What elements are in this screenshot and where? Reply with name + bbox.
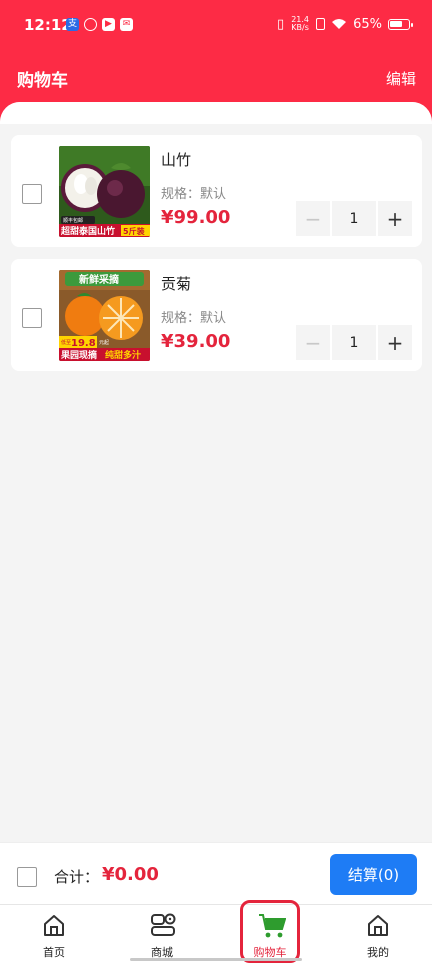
increase-button[interactable]: +	[378, 201, 412, 236]
product-price: ¥39.00	[161, 331, 231, 352]
net-speed-unit: KB/s	[291, 23, 309, 32]
battery-icon	[388, 18, 413, 30]
status-bar: 12:12 支 ▶ ✉ ▯ 21.4 KB/s 65%	[0, 0, 432, 52]
cart-item: 新鲜采摘 低至 19.8 元起 果园现摘 纯甜多汁 贡菊 规格：默认 ¥39.0…	[11, 259, 422, 371]
total-value: ¥0.00	[102, 864, 159, 885]
net-speed: 21.4 KB/s	[290, 16, 310, 32]
image-logo: 顺丰包邮	[63, 217, 83, 224]
image-top-banner: 新鲜采摘	[79, 273, 119, 286]
checkout-button[interactable]: 结算(0)	[330, 854, 417, 895]
product-image[interactable]: 顺丰包邮 超甜泰国山竹 5斤装	[59, 146, 150, 237]
product-image[interactable]: 新鲜采摘 低至 19.8 元起 果园现摘 纯甜多汁	[59, 270, 150, 361]
image-price-unit: 元起	[99, 340, 109, 346]
quantity-value[interactable]: 1	[332, 325, 376, 360]
app-notification-icon	[84, 18, 97, 31]
image-price: 19.8	[71, 338, 96, 349]
increase-button[interactable]: +	[378, 325, 412, 360]
image-bottom-left: 果园现摘	[60, 349, 97, 361]
bottom-tab-bar: 首页 商城 购物车 我的	[0, 904, 432, 964]
image-badge: 5斤装	[123, 226, 145, 236]
checkout-bar: 合计： ¥0.00 结算(0)	[0, 842, 432, 904]
orange-image: 新鲜采摘 低至 19.8 元起 果园现摘 纯甜多汁	[59, 270, 150, 361]
tab-store[interactable]: 商城	[108, 905, 216, 964]
quantity-value[interactable]: 1	[332, 201, 376, 236]
store-icon	[151, 913, 176, 936]
cart-icon	[259, 914, 286, 938]
video-app-icon: ▶	[102, 18, 115, 31]
wifi-icon	[332, 19, 347, 29]
decrease-button[interactable]: −	[296, 325, 330, 360]
tab-home[interactable]: 首页	[0, 905, 108, 964]
quantity-stepper: − 1 +	[296, 325, 412, 360]
mangosteen-image: 顺丰包邮 超甜泰国山竹 5斤装	[59, 146, 150, 237]
status-time: 12:12	[24, 16, 72, 34]
sim-icon	[316, 18, 326, 30]
home-icon	[44, 915, 64, 936]
tab-profile[interactable]: 我的	[324, 905, 432, 964]
item-checkbox[interactable]	[22, 184, 42, 204]
tab-home-label: 首页	[43, 946, 65, 959]
product-price: ¥99.00	[161, 207, 231, 228]
status-right-icons: ▯ 21.4 KB/s 65%	[276, 16, 413, 32]
tab-cart[interactable]: 购物车	[216, 905, 324, 964]
product-spec: 规格：默认	[161, 311, 227, 326]
decrease-button[interactable]: −	[296, 201, 330, 236]
product-spec: 规格：默认	[161, 187, 227, 202]
cart-item: 顺丰包邮 超甜泰国山竹 5斤装 山竹 规格：默认 ¥99.00 − 1 +	[11, 135, 422, 247]
alipay-icon: 支	[66, 18, 79, 31]
quantity-stepper: − 1 +	[296, 201, 412, 236]
image-bottom-right: 纯甜多汁	[105, 349, 141, 361]
content-top-strip	[0, 102, 432, 124]
battery-percent: 65%	[353, 16, 382, 32]
select-all-checkbox[interactable]	[17, 867, 37, 887]
edit-button[interactable]: 编辑	[386, 68, 416, 89]
cart-content: 顺丰包邮 超甜泰国山竹 5斤装 山竹 规格：默认 ¥99.00 − 1 + 新鲜…	[0, 102, 432, 842]
image-price-prefix: 低至	[61, 339, 71, 346]
home-indicator	[130, 958, 302, 961]
product-name[interactable]: 贡菊	[161, 273, 191, 294]
vibrate-icon: ▯	[276, 16, 285, 32]
total-label: 合计：	[54, 868, 100, 886]
product-name[interactable]: 山竹	[161, 149, 191, 170]
profile-home-icon	[368, 915, 388, 936]
item-checkbox[interactable]	[22, 308, 42, 328]
tab-profile-label: 我的	[367, 946, 389, 959]
page-title: 购物车	[17, 71, 68, 91]
mail-app-icon: ✉	[120, 18, 133, 31]
image-banner: 超甜泰国山竹	[60, 225, 115, 237]
